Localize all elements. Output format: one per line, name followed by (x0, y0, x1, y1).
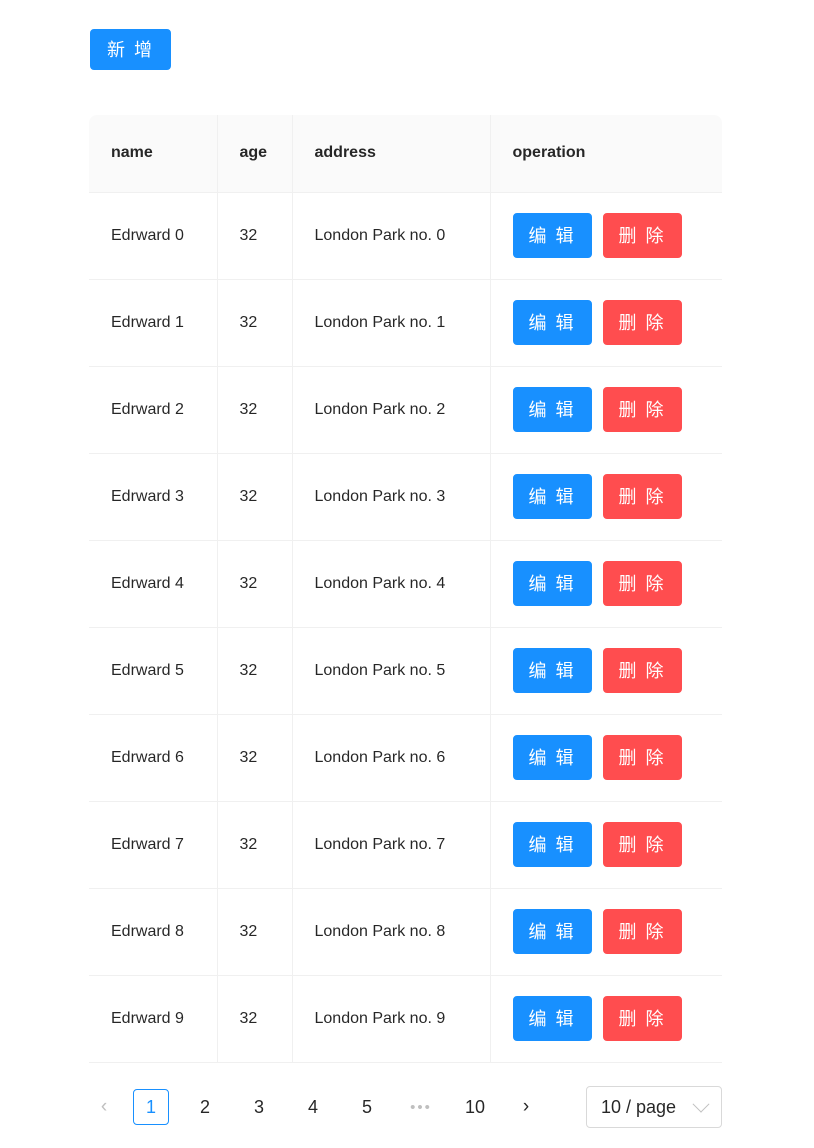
cell-address: London Park no. 5 (292, 627, 491, 715)
table-row: Edrward 9 32 London Park no. 9编 辑删 除 (89, 975, 722, 1063)
toolbar: 新 增 (90, 29, 172, 70)
pagination-page-2[interactable]: 2 (187, 1089, 223, 1125)
edit-button[interactable]: 编 辑 (512, 648, 592, 693)
cell-operation: 编 辑删 除 (490, 279, 722, 367)
delete-button[interactable]: 删 除 (602, 213, 682, 258)
pagination-page-4[interactable]: 4 (295, 1089, 331, 1125)
edit-button[interactable]: 编 辑 (512, 213, 592, 258)
cell-address: London Park no. 4 (292, 540, 491, 628)
cell-name: Edrward 2 (89, 366, 218, 454)
delete-button[interactable]: 删 除 (602, 996, 682, 1041)
cell-address: London Park no. 2 (292, 366, 491, 454)
cell-age: 32 (217, 627, 293, 715)
pagination-page-3[interactable]: 3 (241, 1089, 277, 1125)
cell-address: London Park no. 6 (292, 714, 491, 802)
edit-button[interactable]: 编 辑 (512, 300, 592, 345)
cell-name: Edrward 5 (89, 627, 218, 715)
cell-age: 32 (217, 888, 293, 976)
cell-age: 32 (217, 801, 293, 889)
pagination: ‹ 12345 ••• 10 › 10 / page (89, 1086, 722, 1128)
cell-operation: 编 辑删 除 (490, 366, 722, 454)
page-size-select[interactable]: 10 / page (586, 1086, 722, 1128)
cell-name: Edrward 3 (89, 453, 218, 541)
table-row: Edrward 8 32 London Park no. 8编 辑删 除 (89, 888, 722, 976)
cell-name: Edrward 4 (89, 540, 218, 628)
edit-button[interactable]: 编 辑 (512, 996, 592, 1041)
cell-address: London Park no. 7 (292, 801, 491, 889)
page-root: 新 增 name age address operation Edrward 0… (0, 0, 814, 1148)
cell-operation: 编 辑删 除 (490, 540, 722, 628)
table-row: Edrward 0 32 London Park no. 0编 辑删 除 (89, 192, 722, 280)
table-row: Edrward 7 32 London Park no. 7编 辑删 除 (89, 801, 722, 889)
edit-button[interactable]: 编 辑 (512, 735, 592, 780)
delete-button[interactable]: 删 除 (602, 648, 682, 693)
column-header-operation[interactable]: operation (490, 115, 722, 193)
cell-address: London Park no. 8 (292, 888, 491, 976)
cell-operation: 编 辑删 除 (490, 192, 722, 280)
table-row: Edrward 3 32 London Park no. 3编 辑删 除 (89, 453, 722, 541)
table-header-row: name age address operation (89, 115, 722, 193)
cell-address: London Park no. 3 (292, 453, 491, 541)
data-table-container: name age address operation Edrward 0 32 Lo… (89, 115, 722, 1063)
table-head: name age address operation (89, 115, 722, 193)
cell-operation: 编 辑删 除 (490, 801, 722, 889)
cell-address: London Park no. 0 (292, 192, 491, 280)
cell-age: 32 (217, 714, 293, 802)
table-row: Edrward 4 32 London Park no. 4编 辑删 除 (89, 540, 722, 628)
pagination-prev-icon[interactable]: ‹ (89, 1089, 119, 1125)
delete-button[interactable]: 删 除 (602, 474, 682, 519)
table-body: Edrward 0 32 London Park no. 0编 辑删 除 Edrwar… (89, 192, 722, 1063)
pagination-page-5[interactable]: 5 (349, 1089, 385, 1125)
cell-age: 32 (217, 540, 293, 628)
cell-name: Edrward 8 (89, 888, 218, 976)
cell-operation: 编 辑删 除 (490, 975, 722, 1063)
delete-button[interactable]: 删 除 (602, 735, 682, 780)
cell-age: 32 (217, 366, 293, 454)
table-row: Edrward 6 32 London Park no. 6编 辑删 除 (89, 714, 722, 802)
edit-button[interactable]: 编 辑 (512, 909, 592, 954)
cell-address: London Park no. 9 (292, 975, 491, 1063)
delete-button[interactable]: 删 除 (602, 300, 682, 345)
pagination-page-1[interactable]: 1 (133, 1089, 169, 1125)
cell-name: Edrward 9 (89, 975, 218, 1063)
delete-button[interactable]: 删 除 (602, 909, 682, 954)
cell-operation: 编 辑删 除 (490, 888, 722, 976)
delete-button[interactable]: 删 除 (602, 387, 682, 432)
cell-age: 32 (217, 279, 293, 367)
delete-button[interactable]: 删 除 (602, 822, 682, 867)
pagination-next-icon[interactable]: › (511, 1089, 541, 1125)
table-row: Edrward 1 32 London Park no. 1编 辑删 除 (89, 279, 722, 367)
pagination-page-last[interactable]: 10 (457, 1089, 493, 1125)
table-row: Edrward 2 32 London Park no. 2编 辑删 除 (89, 366, 722, 454)
edit-button[interactable]: 编 辑 (512, 822, 592, 867)
cell-age: 32 (217, 453, 293, 541)
column-header-age[interactable]: age (217, 115, 293, 193)
cell-operation: 编 辑删 除 (490, 714, 722, 802)
cell-name: Edrward 6 (89, 714, 218, 802)
edit-button[interactable]: 编 辑 (512, 387, 592, 432)
cell-age: 32 (217, 975, 293, 1063)
table-row: Edrward 5 32 London Park no. 5编 辑删 除 (89, 627, 722, 715)
cell-name: Edrward 1 (89, 279, 218, 367)
cell-operation: 编 辑删 除 (490, 453, 722, 541)
chevron-down-icon (692, 1095, 710, 1113)
cell-operation: 编 辑删 除 (490, 627, 722, 715)
cell-age: 32 (217, 192, 293, 280)
delete-button[interactable]: 删 除 (602, 561, 682, 606)
edit-button[interactable]: 编 辑 (512, 474, 592, 519)
pagination-ellipsis[interactable]: ••• (403, 1089, 439, 1125)
cell-address: London Park no. 1 (292, 279, 491, 367)
cell-name: Edrward 7 (89, 801, 218, 889)
add-button[interactable]: 新 增 (90, 29, 172, 70)
edit-button[interactable]: 编 辑 (512, 561, 592, 606)
data-table: name age address operation Edrward 0 32 Lo… (89, 115, 722, 1063)
column-header-name[interactable]: name (89, 115, 218, 193)
page-size-label: 10 / page (601, 1096, 677, 1117)
cell-name: Edrward 0 (89, 192, 218, 280)
column-header-address[interactable]: address (292, 115, 491, 193)
